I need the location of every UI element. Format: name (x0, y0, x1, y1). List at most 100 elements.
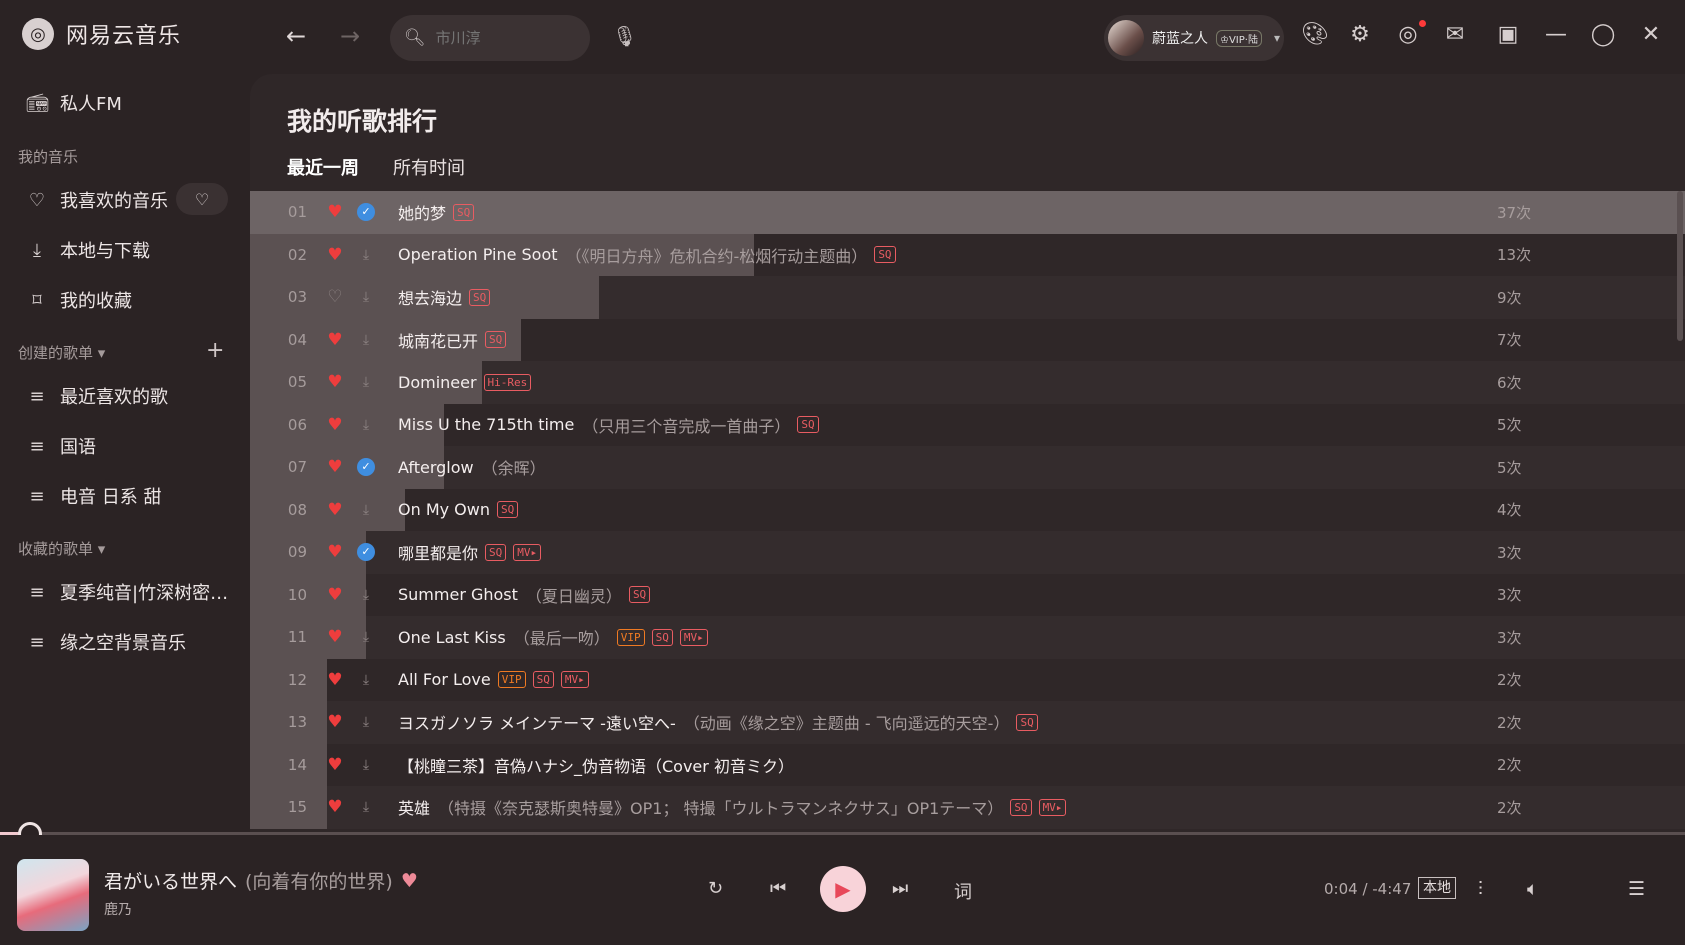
heart-filled-icon[interactable]: ♥ (316, 202, 354, 222)
song-title[interactable]: All For Love (398, 670, 491, 689)
settings-gear-icon[interactable]: ⚙ (1345, 22, 1375, 47)
song-title[interactable]: ヨスガノソラ メインテーマ -遠い空へ- (398, 710, 676, 734)
scrollbar[interactable] (1677, 191, 1683, 341)
heart-mode-button[interactable]: ♡ (176, 183, 228, 215)
play-mode-icon[interactable]: ↻ (708, 878, 723, 899)
heart-filled-icon[interactable]: ♥ (316, 500, 354, 520)
cloud-music-icon[interactable]: ◎ (1393, 22, 1423, 47)
heart-filled-icon[interactable]: ♥ (316, 797, 354, 817)
lyrics-button[interactable]: 词 (954, 878, 972, 904)
song-title[interactable]: On My Own (398, 500, 490, 519)
forward-arrow-icon[interactable]: → (340, 22, 360, 50)
download-icon[interactable]: ⤓ (354, 417, 378, 433)
song-row[interactable]: 07 ♥ ✓ Afterglow （余晖） 5次 (250, 446, 1685, 489)
heart-filled-icon[interactable]: ♥ (316, 755, 354, 775)
heart-filled-icon[interactable]: ♥ (316, 712, 354, 732)
next-icon[interactable]: ⏭ (892, 878, 908, 899)
download-icon[interactable]: ⤓ (354, 672, 378, 688)
song-title[interactable]: 想去海边 (398, 285, 462, 309)
downloaded-check-icon[interactable]: ✓ (357, 543, 375, 562)
song-row[interactable]: 10 ♥ ⤓ Summer Ghost （夏日幽灵） SQ 3次 (250, 573, 1685, 616)
download-icon[interactable]: ⤓ (354, 374, 378, 390)
sidebar-item-playlist[interactable]: ≡ 最近喜欢的歌 (26, 383, 168, 409)
song-row[interactable]: 06 ♥ ⤓ Miss U the 715th time （只用三个音完成一首曲子） SQ… (250, 403, 1685, 446)
quality-tag[interactable]: MV▸ (679, 628, 708, 646)
chevron-down-icon[interactable]: ▾ (1274, 31, 1280, 45)
section-created-playlists[interactable]: 创建的歌单 ▾ (18, 342, 105, 363)
user-menu[interactable]: 蔚蓝之人 ♔VIP·陆 ▾ (1104, 15, 1284, 61)
song-title[interactable]: Domineer (398, 373, 477, 392)
search-box[interactable]: 🔍︎ (390, 15, 590, 61)
tab-all-time[interactable]: 所有时间 (393, 154, 465, 180)
song-title[interactable]: 城南花已开 (398, 328, 478, 352)
download-icon[interactable]: ⤓ (354, 332, 378, 348)
heart-filled-icon[interactable]: ♥ (316, 627, 354, 647)
now-playing-title[interactable]: 君がいる世界へ (向着有你的世界) ♥ (104, 867, 418, 894)
sidebar-item-playlist[interactable]: ≡ 夏季纯音|竹深树密… (26, 579, 228, 605)
song-row[interactable]: 12 ♥ ⤓ All For Love VIP SQ MV▸ 2次 (250, 658, 1685, 701)
heart-filled-icon[interactable]: ♥ (316, 415, 354, 435)
add-playlist-icon[interactable]: + (206, 338, 224, 363)
quality-tag[interactable]: MV▸ (513, 543, 542, 561)
song-row[interactable]: 15 ♥ ⤓ 英雄 （特摄《奈克瑟斯奥特曼》OP1； 特撮「ウルトラマンネクサス」OP1… (250, 786, 1685, 829)
download-icon[interactable]: ⤓ (354, 757, 378, 773)
sidebar-item-collection[interactable]: ⌑ 我的收藏 (26, 287, 132, 313)
song-row[interactable]: 01 ♥ ✓ 她的梦 SQ 37次 (250, 191, 1685, 234)
download-icon[interactable]: ⤓ (354, 587, 378, 603)
song-title[interactable]: Miss U the 715th time (398, 415, 574, 434)
song-title[interactable]: Operation Pine Soot (398, 245, 558, 264)
heart-filled-icon[interactable]: ♥ (316, 670, 354, 690)
search-input[interactable] (435, 29, 576, 47)
song-title[interactable]: 哪里都是你 (398, 540, 478, 564)
heart-filled-icon[interactable]: ♥ (316, 542, 354, 562)
skin-palette-icon[interactable]: 🎨︎ (1300, 22, 1330, 47)
playlist-queue-icon[interactable]: ☰ (1628, 878, 1645, 900)
song-row[interactable]: 11 ♥ ⤓ One Last Kiss （最后一吻） VIP SQ MV▸ 3次 (250, 616, 1685, 659)
song-row[interactable]: 08 ♥ ⤓ On My Own SQ 4次 (250, 488, 1685, 531)
download-icon[interactable]: ⤓ (354, 502, 378, 518)
mini-player-icon[interactable]: ▣ (1493, 22, 1523, 47)
song-title[interactable]: One Last Kiss (398, 628, 506, 647)
user-name[interactable]: 蔚蓝之人 (1152, 28, 1208, 48)
song-row[interactable]: 04 ♥ ⤓ 城南花已开 SQ 7次 (250, 318, 1685, 361)
close-icon[interactable]: ✕ (1636, 22, 1666, 47)
song-row[interactable]: 05 ♥ ⤓ Domineer Hi-Res 6次 (250, 361, 1685, 404)
mail-icon[interactable]: ✉ (1440, 22, 1470, 47)
maximize-icon[interactable]: ◯ (1588, 22, 1618, 47)
minimize-icon[interactable]: — (1541, 22, 1571, 47)
section-collected-playlists[interactable]: 收藏的歌单 ▾ (18, 538, 105, 559)
source-local-badge[interactable]: 本地 (1418, 877, 1456, 899)
volume-icon[interactable]: 🔈︎ (1527, 878, 1538, 900)
download-icon[interactable]: ⤓ (354, 799, 378, 815)
song-title[interactable]: Afterglow (398, 458, 474, 477)
download-icon[interactable]: ⤓ (354, 714, 378, 730)
artist-name[interactable]: 鹿乃 (104, 899, 132, 919)
song-row[interactable]: 02 ♥ ⤓ Operation Pine Soot （《明日方舟》危机合约-松烟行动主… (250, 233, 1685, 276)
sidebar-item-playlist[interactable]: ≡ 缘之空背景音乐 (26, 629, 186, 655)
download-icon[interactable]: ⤓ (354, 629, 378, 645)
song-title[interactable]: Summer Ghost (398, 585, 518, 604)
song-title[interactable]: 她的梦 (398, 200, 446, 224)
sidebar-item-local[interactable]: ⤓ 本地与下载 (26, 237, 150, 263)
heart-filled-icon[interactable]: ♥ (316, 457, 354, 477)
mic-icon[interactable]: 🎙︎ (612, 24, 637, 48)
quality-tag[interactable]: MV▸ (1038, 798, 1067, 816)
heart-filled-icon[interactable]: ♥ (316, 245, 354, 265)
tab-last-week[interactable]: 最近一周 (287, 154, 359, 180)
download-icon[interactable]: ⤓ (354, 289, 378, 305)
sound-effect-icon[interactable]: ⫶ (1478, 878, 1483, 900)
previous-icon[interactable]: ⏮ (770, 878, 786, 899)
song-row[interactable]: 14 ♥ ⤓ 【桃瞳三茶】音偽ハナシ_伪音物语（Cover 初音ミク） 2次 (250, 743, 1685, 786)
back-arrow-icon[interactable]: ← (286, 22, 306, 50)
song-row[interactable]: 09 ♥ ✓ 哪里都是你 SQ MV▸ 3次 (250, 531, 1685, 574)
quality-tag[interactable]: MV▸ (560, 671, 589, 689)
sidebar-item-liked[interactable]: ♡ 我喜欢的音乐 (26, 187, 168, 213)
song-title[interactable]: 英雄 (398, 795, 430, 819)
song-title[interactable]: 【桃瞳三茶】音偽ハナシ_伪音物语（Cover 初音ミク） (398, 753, 794, 777)
heart-filled-icon[interactable]: ♥ (316, 372, 354, 392)
like-heart-icon[interactable]: ♥ (401, 870, 418, 892)
download-icon[interactable]: ⤓ (354, 247, 378, 263)
play-button[interactable]: ▶ (820, 866, 866, 912)
song-row[interactable]: 03 ♡ ⤓ 想去海边 SQ 9次 (250, 276, 1685, 319)
song-row[interactable]: 13 ♥ ⤓ ヨスガノソラ メインテーマ -遠い空へ- （动画《缘之空》主题曲 - 飞向… (250, 701, 1685, 744)
